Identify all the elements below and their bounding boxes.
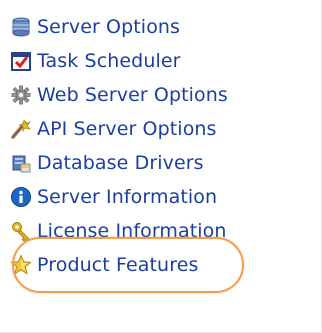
menu-item-label: License Information [37,220,227,242]
menu-item-label: Task Scheduler [37,50,181,72]
menu-item-label: API Server Options [37,118,217,140]
info-icon [11,187,31,207]
menu-item-license-information[interactable]: License Information [10,214,228,248]
settings-menu: Server Options Task Scheduler Web Server… [10,10,228,282]
database-driver-icon [12,155,31,173]
menu-item-label: Server Options [37,16,181,38]
star-icon [10,254,32,275]
menu-item-product-features[interactable]: Product Features [10,248,228,282]
server-stack-icon [12,17,30,37]
task-scheduler-icon [11,52,31,71]
menu-item-server-information[interactable]: Server Information [10,180,228,214]
menu-item-web-server-options[interactable]: Web Server Options [10,78,228,112]
menu-item-label: Product Features [37,254,199,276]
menu-item-task-scheduler[interactable]: Task Scheduler [10,44,228,78]
menu-item-label: Server Information [37,186,218,208]
menu-panel: Server Options Task Scheduler Web Server… [0,0,322,333]
menu-item-label: Database Drivers [37,152,204,174]
menu-item-label: Web Server Options [37,84,228,106]
menu-item-database-drivers[interactable]: Database Drivers [10,146,228,180]
menu-item-server-options[interactable]: Server Options [10,10,228,44]
api-wand-icon [11,118,32,139]
web-server-gear-icon [11,85,31,105]
menu-item-api-server-options[interactable]: API Server Options [10,112,228,146]
key-icon [12,222,30,242]
